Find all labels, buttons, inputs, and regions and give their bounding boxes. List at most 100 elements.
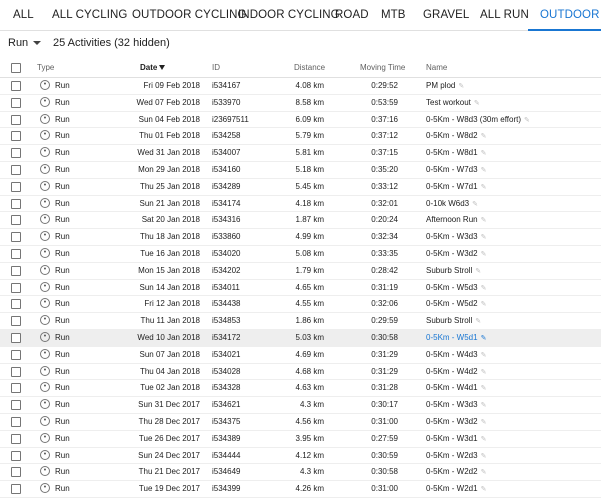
table-row[interactable]: • Run Sun 14 Jan 2018 i534011 4.65 km 0:31:19…: [0, 280, 601, 297]
row-checkbox[interactable]: [11, 232, 21, 243]
pencil-icon[interactable]: ✎: [481, 232, 487, 244]
pencil-icon[interactable]: ✎: [481, 400, 487, 412]
activity-name[interactable]: 0-5Km - W3d2 ✎: [426, 416, 486, 429]
tab-all-run[interactable]: ALL RUN: [480, 0, 529, 30]
table-row[interactable]: • Run Thu 28 Dec 2017 i534375 4.56 km 0:31:00…: [0, 414, 601, 431]
table-row[interactable]: • Run Thu 18 Jan 2018 i533860 4.99 km 0:32:34…: [0, 229, 601, 246]
pencil-icon[interactable]: ✎: [481, 350, 487, 362]
tab-all[interactable]: ALL: [13, 0, 34, 30]
table-row[interactable]: • Run Sat 20 Jan 2018 i534316 1.87 km 0:20:24…: [0, 212, 601, 230]
table-row[interactable]: • Run Tue 16 Jan 2018 i534020 5.08 km 0:33:35…: [0, 246, 601, 263]
activity-name[interactable]: 0-5Km - W5d3 ✎: [426, 282, 486, 295]
row-checkbox[interactable]: [11, 400, 21, 411]
pencil-icon[interactable]: ✎: [475, 266, 481, 278]
activity-name[interactable]: PM plod ✎: [426, 80, 464, 93]
row-checkbox[interactable]: [11, 450, 21, 461]
table-row[interactable]: • Run Mon 15 Jan 2018 i534202 1.79 km 0:28:42…: [0, 263, 601, 280]
pencil-icon[interactable]: ✎: [474, 98, 480, 110]
activity-name[interactable]: 0-5Km - W5d1 ✎: [426, 332, 486, 345]
tab-gravel[interactable]: GRAVEL: [423, 0, 469, 30]
table-row[interactable]: • Run Wed 10 Jan 2018 i534172 5.03 km 0:30:58…: [0, 329, 601, 347]
row-checkbox[interactable]: [11, 97, 21, 108]
activity-name[interactable]: 0-5Km - W8d1 ✎: [426, 147, 486, 160]
activity-name[interactable]: Suburb Stroll ✎: [426, 315, 481, 328]
row-checkbox[interactable]: [11, 484, 21, 495]
column-type[interactable]: Type: [37, 63, 54, 72]
activity-name[interactable]: Test workout ✎: [426, 97, 480, 110]
row-checkbox[interactable]: [11, 248, 21, 259]
row-checkbox[interactable]: [11, 383, 21, 394]
row-checkbox[interactable]: [11, 265, 21, 276]
row-checkbox[interactable]: [11, 282, 21, 293]
pencil-icon[interactable]: ✎: [481, 451, 487, 463]
table-row[interactable]: • Run Tue 02 Jan 2018 i534328 4.63 km 0:31:28…: [0, 380, 601, 398]
tab-all-cycling[interactable]: ALL CYCLING: [52, 0, 127, 30]
table-row[interactable]: • Run Sun 07 Jan 2018 i534021 4.69 km 0:31:29…: [0, 347, 601, 364]
activity-name[interactable]: 0-5Km - W8d3 (30m effort) ✎: [426, 114, 530, 127]
activity-name[interactable]: 0-5Km - W3d3 ✎: [426, 231, 486, 244]
activity-name[interactable]: Afternoon Run ✎: [426, 214, 486, 227]
row-checkbox[interactable]: [11, 349, 21, 360]
pencil-icon[interactable]: ✎: [481, 215, 487, 227]
activity-name[interactable]: 0-5Km - W2d1 ✎: [426, 483, 486, 496]
activity-name[interactable]: 0-5Km - W3d1 ✎: [426, 433, 486, 446]
column-id[interactable]: ID: [212, 63, 220, 72]
table-row[interactable]: • Run Thu 11 Jan 2018 i534853 1.86 km 0:29:59…: [0, 313, 601, 330]
row-checkbox[interactable]: [11, 416, 21, 427]
select-all-checkbox[interactable]: [11, 63, 21, 73]
row-checkbox[interactable]: [11, 181, 21, 192]
column-moving-time[interactable]: Moving Time: [360, 63, 405, 72]
table-row[interactable]: • Run Thu 25 Jan 2018 i534289 5.45 km 0:33:12…: [0, 179, 601, 196]
pencil-icon[interactable]: ✎: [481, 148, 487, 160]
table-row[interactable]: • Run Fri 12 Jan 2018 i534438 4.55 km 0:32:06…: [0, 296, 601, 314]
pencil-icon[interactable]: ✎: [481, 383, 487, 395]
activity-name[interactable]: Suburb Stroll ✎: [426, 265, 481, 278]
activity-name[interactable]: 0-5Km - W4d1 ✎: [426, 382, 486, 395]
table-row[interactable]: • Run Wed 07 Feb 2018 i533970 8.58 km 0:53:59…: [0, 95, 601, 112]
pencil-icon[interactable]: ✎: [481, 484, 487, 496]
pencil-icon[interactable]: ✎: [524, 115, 530, 127]
column-date[interactable]: Date: [140, 63, 166, 72]
table-row[interactable]: • Run Sun 21 Jan 2018 i534174 4.18 km 0:32:01…: [0, 196, 601, 213]
pencil-icon[interactable]: ✎: [458, 81, 464, 93]
row-checkbox[interactable]: [11, 299, 21, 310]
row-checkbox[interactable]: [11, 131, 21, 142]
row-checkbox[interactable]: [11, 467, 21, 478]
table-row[interactable]: • Run Mon 29 Jan 2018 i534160 5.18 km 0:35:20…: [0, 162, 601, 179]
tab-outdoor-run[interactable]: OUTDOOR RUN: [528, 0, 601, 31]
activity-name[interactable]: 0-5Km - W5d2 ✎: [426, 298, 486, 311]
pencil-icon[interactable]: ✎: [481, 434, 487, 446]
row-checkbox[interactable]: [11, 114, 21, 125]
tab-outdoor-cycling[interactable]: OUTDOOR CYCLING: [132, 0, 247, 30]
pencil-icon[interactable]: ✎: [481, 131, 487, 143]
activity-name[interactable]: 0-5Km - W2d3 ✎: [426, 450, 486, 463]
pencil-icon[interactable]: ✎: [481, 367, 487, 379]
pencil-icon[interactable]: ✎: [481, 333, 487, 345]
row-checkbox[interactable]: [11, 433, 21, 444]
row-checkbox[interactable]: [11, 366, 21, 377]
table-row[interactable]: • Run Wed 31 Jan 2018 i534007 5.81 km 0:37:15…: [0, 145, 601, 162]
activity-name[interactable]: 0-5Km - W3d2 ✎: [426, 248, 486, 261]
tab-road[interactable]: ROAD: [335, 0, 369, 30]
table-row[interactable]: • Run Tue 26 Dec 2017 i534389 3.95 km 0:27:59…: [0, 431, 601, 448]
activity-name[interactable]: 0-10k W6d3 ✎: [426, 198, 478, 211]
row-checkbox[interactable]: [11, 332, 21, 343]
row-checkbox[interactable]: [11, 148, 21, 159]
pencil-icon[interactable]: ✎: [481, 249, 487, 261]
column-distance[interactable]: Distance: [294, 63, 325, 72]
activity-type-select[interactable]: Run: [8, 37, 42, 49]
pencil-icon[interactable]: ✎: [472, 199, 478, 211]
activity-name[interactable]: 0-5Km - W7d1 ✎: [426, 181, 486, 194]
table-row[interactable]: • Run Sun 24 Dec 2017 i534444 4.12 km 0:30:59…: [0, 448, 601, 465]
pencil-icon[interactable]: ✎: [481, 165, 487, 177]
pencil-icon[interactable]: ✎: [481, 182, 487, 194]
table-row[interactable]: • Run Fri 09 Feb 2018 i534167 4.08 km 0:29:52…: [0, 78, 601, 95]
row-checkbox[interactable]: [11, 81, 21, 91]
pencil-icon[interactable]: ✎: [481, 299, 487, 311]
table-row[interactable]: • Run Thu 21 Dec 2017 i534649 4.3 km 0:30:58 0…: [0, 464, 601, 482]
activity-name[interactable]: 0-5Km - W2d2 ✎: [426, 466, 486, 479]
tab-indoor-cycling[interactable]: INDOOR CYCLING: [238, 0, 340, 30]
table-row[interactable]: • Run Sun 04 Feb 2018 i23697511 6.09 km 0:37:…: [0, 112, 601, 129]
row-checkbox[interactable]: [11, 164, 21, 175]
pencil-icon[interactable]: ✎: [475, 316, 481, 328]
